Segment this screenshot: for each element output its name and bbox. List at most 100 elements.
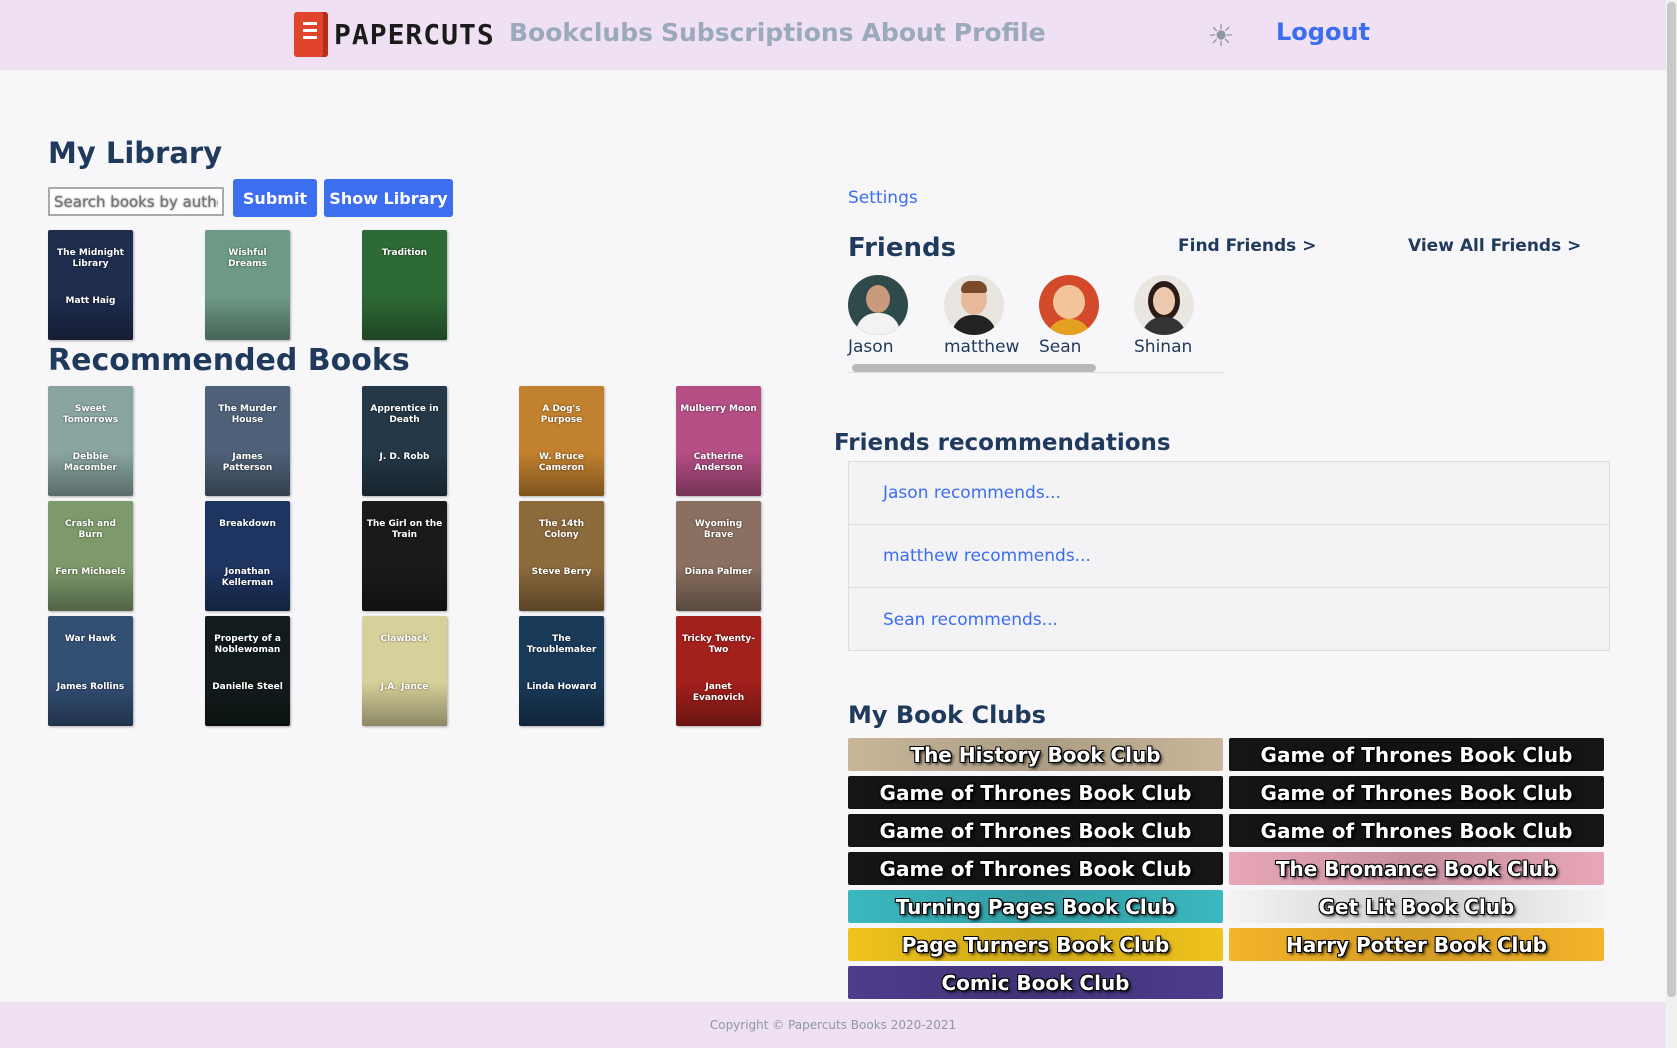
book-cover[interactable]: Breakdown Jonathan Kellerman bbox=[205, 501, 290, 611]
book-cover[interactable]: Property of a Noblewoman Danielle Steel bbox=[205, 616, 290, 726]
book-club-name: Get Lit Book Club bbox=[1318, 894, 1515, 919]
friend-name: Jason bbox=[848, 337, 894, 357]
nav-link-bookclubs[interactable]: Bookclubs bbox=[509, 18, 653, 47]
friends-heading: Friends bbox=[848, 233, 957, 263]
my-library-heading: My Library bbox=[48, 136, 223, 170]
book-cover[interactable]: Wyoming Brave Diana Palmer bbox=[676, 501, 761, 611]
book-author: Fern Michaels bbox=[55, 567, 126, 577]
book-cover[interactable]: A Dog's Purpose W. Bruce Cameron bbox=[519, 386, 604, 496]
book-title: The Troublemaker bbox=[526, 634, 597, 655]
book-author: Catherine Anderson bbox=[693, 452, 744, 473]
book-club-banner[interactable]: Page Turners Book Club bbox=[848, 928, 1223, 961]
page-scrollbar[interactable] bbox=[1666, 0, 1677, 1048]
book-club-banner[interactable]: The History Book Club bbox=[848, 738, 1223, 771]
book-title: Tradition bbox=[381, 248, 428, 258]
settings-link[interactable]: Settings bbox=[848, 188, 918, 208]
book-club-banner[interactable]: Game of Thrones Book Club bbox=[1229, 814, 1604, 847]
logout-link[interactable]: Logout bbox=[1276, 18, 1370, 46]
book-club-name: Page Turners Book Club bbox=[901, 932, 1170, 957]
book-title: The Midnight Library bbox=[57, 248, 124, 269]
book-cover[interactable]: The Troublemaker Linda Howard bbox=[519, 616, 604, 726]
book-author: James Patterson bbox=[222, 452, 273, 473]
my-book-clubs-heading: My Book Clubs bbox=[848, 701, 1046, 729]
book-title: Mulberry Moon bbox=[680, 404, 757, 414]
friend-jason[interactable]: Jason bbox=[848, 275, 908, 357]
book-author: Danielle Steel bbox=[212, 682, 283, 692]
avatar bbox=[1039, 275, 1099, 335]
book-cover[interactable]: Clawback J.A. Jance bbox=[362, 616, 447, 726]
rec-item-jason[interactable]: Jason recommends... bbox=[849, 462, 1609, 525]
book-cover[interactable]: Tradition bbox=[362, 230, 447, 340]
book-title: Wyoming Brave bbox=[694, 519, 743, 540]
book-author: Jonathan Kellerman bbox=[221, 567, 274, 588]
book-club-name: Game of Thrones Book Club bbox=[879, 856, 1192, 881]
book-title: Property of a Noblewoman bbox=[214, 634, 281, 655]
rec-item-matthew[interactable]: matthew recommends... bbox=[849, 525, 1609, 588]
book-author: Steve Berry bbox=[531, 567, 592, 577]
friends-recommendations-heading: Friends recommendations bbox=[834, 430, 1171, 456]
rec-item-sean[interactable]: Sean recommends... bbox=[849, 588, 1609, 651]
book-club-banner[interactable]: Game of Thrones Book Club bbox=[848, 776, 1223, 809]
nav-links: Bookclubs Subscriptions About Profile bbox=[509, 18, 1046, 47]
friend-shinan[interactable]: Shinan bbox=[1134, 275, 1194, 357]
book-club-banner[interactable]: Comic Book Club bbox=[848, 966, 1223, 999]
submit-button[interactable]: Submit bbox=[233, 179, 317, 217]
search-input[interactable] bbox=[48, 187, 224, 216]
book-cover[interactable]: Apprentice in Death J. D. Robb bbox=[362, 386, 447, 496]
book-club-banner[interactable]: Harry Potter Book Club bbox=[1229, 928, 1604, 961]
book-club-name: Game of Thrones Book Club bbox=[1260, 780, 1573, 805]
book-club-name: Game of Thrones Book Club bbox=[879, 818, 1192, 843]
friend-name: Sean bbox=[1039, 337, 1082, 357]
nav-link-profile[interactable]: Profile bbox=[954, 18, 1046, 47]
book-club-name: The History Book Club bbox=[910, 742, 1161, 767]
book-title: The 14th Colony bbox=[538, 519, 585, 540]
friend-sean[interactable]: Sean bbox=[1039, 275, 1099, 357]
friend-name: Shinan bbox=[1134, 337, 1193, 357]
book-club-name: Game of Thrones Book Club bbox=[1260, 818, 1573, 843]
find-friends-link[interactable]: Find Friends > bbox=[1178, 236, 1316, 256]
book-club-banner[interactable]: Game of Thrones Book Club bbox=[848, 814, 1223, 847]
sun-icon[interactable]: ☀ bbox=[1204, 20, 1238, 54]
book-cover[interactable]: Sweet Tomorrows Debbie Macomber bbox=[48, 386, 133, 496]
book-cover[interactable]: War Hawk James Rollins bbox=[48, 616, 133, 726]
book-club-banner[interactable]: Turning Pages Book Club bbox=[848, 890, 1223, 923]
book-cover[interactable]: The Girl on the Train bbox=[362, 501, 447, 611]
book-title: The Murder House bbox=[218, 404, 277, 425]
book-title: A Dog's Purpose bbox=[540, 404, 583, 425]
book-author: Linda Howard bbox=[526, 682, 597, 692]
book-club-banner[interactable]: The Bromance Book Club bbox=[1229, 852, 1604, 885]
book-author: Debbie Macomber bbox=[64, 452, 117, 473]
view-all-friends-link[interactable]: View All Friends > bbox=[1408, 236, 1581, 256]
book-author: J. D. Robb bbox=[379, 452, 430, 462]
show-library-button[interactable]: Show Library bbox=[324, 179, 453, 217]
book-cover[interactable]: Tricky Twenty-Two Janet Evanovich bbox=[676, 616, 761, 726]
book-club-name: Game of Thrones Book Club bbox=[879, 780, 1192, 805]
book-author: Janet Evanovich bbox=[692, 682, 745, 703]
book-author: Diana Palmer bbox=[684, 567, 753, 577]
book-cover[interactable]: The 14th Colony Steve Berry bbox=[519, 501, 604, 611]
book-title: The Girl on the Train bbox=[366, 519, 443, 540]
book-title: Breakdown bbox=[219, 519, 276, 529]
navbar: PAPERCUTS Bookclubs Subscriptions About … bbox=[0, 0, 1666, 70]
book-cover[interactable]: Crash and Burn Fern Michaels bbox=[48, 501, 133, 611]
logo-text: PAPERCUTS bbox=[334, 18, 495, 51]
book-cover[interactable]: The Murder House James Patterson bbox=[205, 386, 290, 496]
book-cover[interactable]: Mulberry Moon Catherine Anderson bbox=[676, 386, 761, 496]
book-title: Tricky Twenty-Two bbox=[682, 634, 755, 655]
book-club-banner[interactable]: Game of Thrones Book Club bbox=[1229, 776, 1604, 809]
friends-scroll-thumb[interactable] bbox=[852, 364, 1096, 372]
friend-matthew[interactable]: matthew bbox=[944, 275, 1019, 357]
logo[interactable]: PAPERCUTS bbox=[294, 12, 495, 57]
nav-link-subscriptions[interactable]: Subscriptions bbox=[661, 18, 854, 47]
nav-link-about[interactable]: About bbox=[862, 18, 946, 47]
page-scroll-thumb[interactable] bbox=[1667, 2, 1676, 997]
friends-scrollbar[interactable] bbox=[848, 364, 1224, 373]
book-club-banner[interactable]: Get Lit Book Club bbox=[1229, 890, 1604, 923]
book-club-name: Harry Potter Book Club bbox=[1286, 932, 1547, 957]
book-author: J.A. Jance bbox=[380, 682, 429, 692]
book-club-banner[interactable]: Game of Thrones Book Club bbox=[1229, 738, 1604, 771]
friends-recommendations-list: Jason recommends... matthew recommends..… bbox=[848, 461, 1610, 651]
book-cover[interactable]: Wishful Dreams bbox=[205, 230, 290, 340]
book-cover[interactable]: The Midnight Library Matt Haig bbox=[48, 230, 133, 340]
book-club-banner[interactable]: Game of Thrones Book Club bbox=[848, 852, 1223, 885]
